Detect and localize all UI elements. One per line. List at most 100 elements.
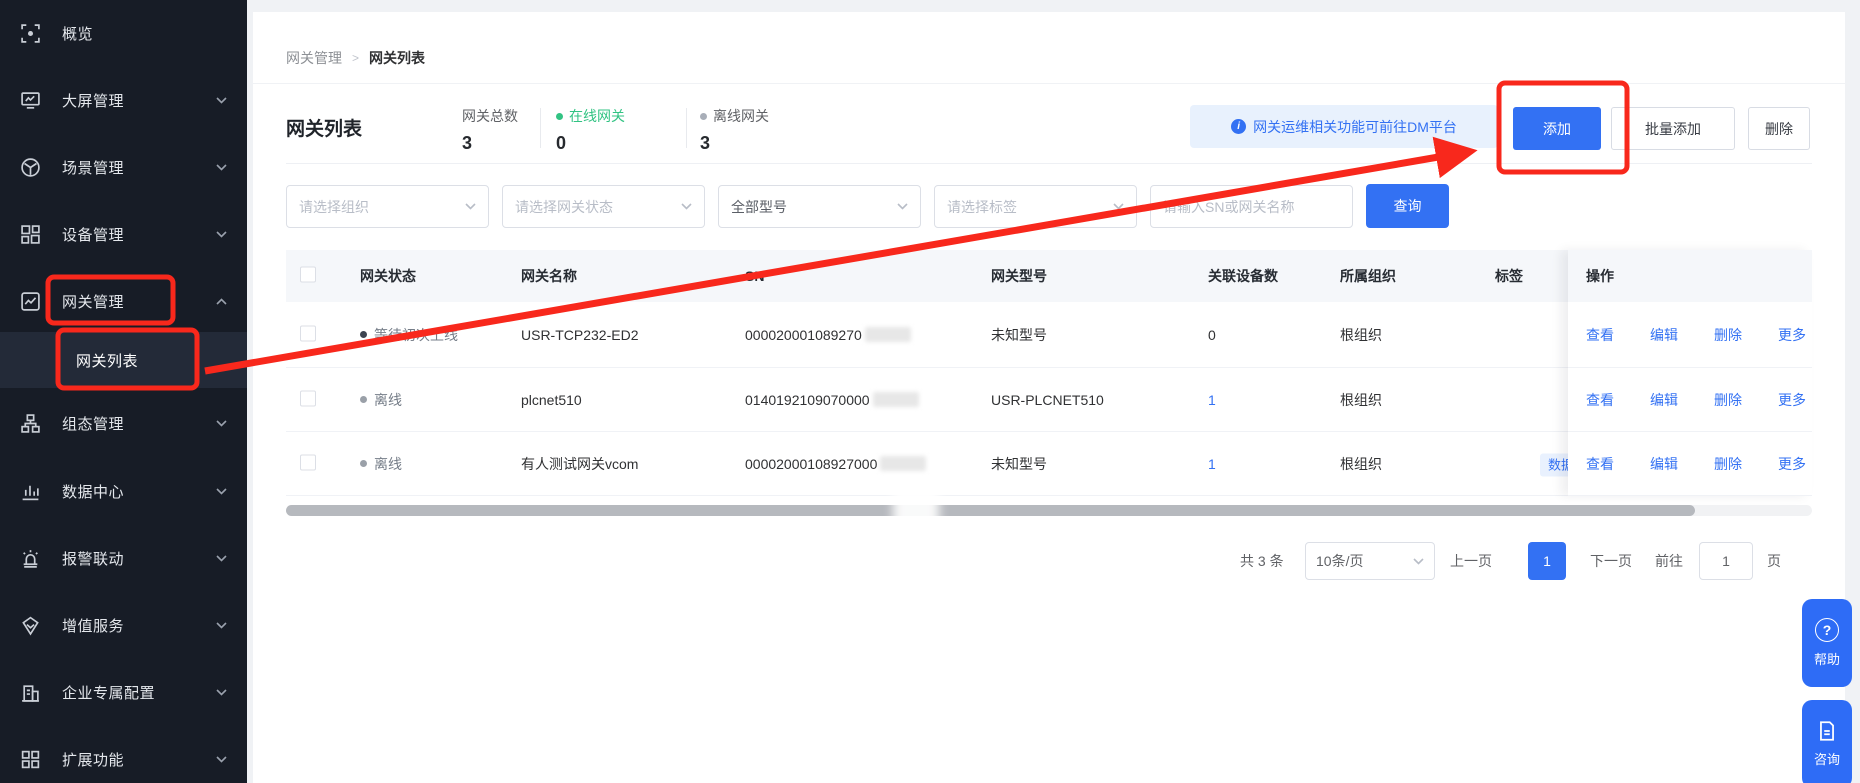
add-button[interactable]: 添加	[1513, 107, 1601, 150]
view-link[interactable]: 查看	[1586, 390, 1614, 410]
sn-value: 00002000108927000	[745, 456, 926, 472]
pagination-total: 共 3 条	[1240, 542, 1284, 580]
sidebar-item-extension[interactable]: 扩展功能	[0, 737, 247, 781]
value-added-icon	[20, 615, 41, 636]
scene-icon	[20, 157, 41, 178]
model-select[interactable]: 全部型号	[718, 185, 921, 228]
prev-page-button[interactable]: 上一页	[1450, 542, 1492, 580]
row-checkbox[interactable]	[300, 390, 316, 406]
overview-icon	[20, 23, 41, 44]
view-link[interactable]: 查看	[1586, 325, 1614, 345]
chevron-down-icon	[216, 97, 227, 104]
devices-link[interactable]: 1	[1208, 456, 1216, 472]
delete-link[interactable]: 删除	[1714, 454, 1742, 474]
sn-value: 000020001089270	[745, 327, 911, 343]
sidebar-item-value-added[interactable]: 增值服务	[0, 603, 247, 647]
sidebar-item-scene[interactable]: 场景管理	[0, 145, 247, 189]
question-icon: ?	[1815, 618, 1839, 642]
gateway-list-page: { "colors": { "accent": "#3371f3", "succ…	[0, 0, 1860, 783]
chevron-down-icon	[216, 488, 227, 495]
redaction-blur	[873, 392, 919, 407]
select-all-checkbox[interactable]	[300, 267, 316, 283]
page-size-select[interactable]: 10条/页	[1305, 542, 1435, 580]
goto-page-input[interactable]	[1700, 553, 1752, 569]
more-link[interactable]: 更多	[1778, 325, 1806, 345]
edit-link[interactable]: 编辑	[1650, 454, 1678, 474]
sn-search-input[interactable]	[1163, 199, 1340, 215]
batch-add-button[interactable]: 批量添加	[1611, 107, 1735, 150]
edit-link[interactable]: 编辑	[1650, 325, 1678, 345]
sidebar-item-overview[interactable]: 概览	[0, 11, 247, 55]
stat-offline-value: 3	[700, 133, 769, 154]
org-select[interactable]: 请选择组织	[286, 185, 489, 228]
chevron-down-icon	[1113, 203, 1124, 210]
redaction-blur	[865, 327, 911, 342]
breadcrumb: 网关管理 > 网关列表	[286, 48, 425, 68]
breadcrumb-parent[interactable]: 网关管理	[286, 48, 342, 68]
current-page-button[interactable]: 1	[1528, 542, 1566, 580]
data-center-icon	[20, 481, 41, 502]
page-title: 网关列表	[286, 114, 362, 141]
sidebar-item-alarm[interactable]: 报警联动	[0, 536, 247, 580]
gateway-status-select[interactable]: 请选择网关状态	[502, 185, 705, 228]
redaction-blur	[893, 478, 939, 528]
row-checkbox[interactable]	[300, 454, 316, 470]
consult-button[interactable]: 咨询	[1802, 700, 1852, 783]
more-link[interactable]: 更多	[1778, 454, 1806, 474]
stat-total: 网关总数 3	[462, 106, 518, 154]
status-dot	[360, 396, 367, 403]
stat-divider	[686, 108, 687, 148]
gateway-icon	[20, 291, 41, 312]
chevron-down-icon	[216, 420, 227, 427]
sidebar: 概览 大屏管理 场景管理 设备管理 网关管理 网关列表 组	[0, 0, 247, 783]
configuration-icon	[20, 413, 41, 434]
delete-link[interactable]: 删除	[1714, 390, 1742, 410]
sidebar-item-enterprise-config[interactable]: 企业专属配置	[0, 670, 247, 714]
row-actions: 查看 编辑 删除 更多	[1568, 368, 1812, 432]
goto-label: 前往	[1655, 542, 1683, 580]
info-icon: i	[1231, 119, 1246, 134]
horizontal-scrollbar-track[interactable]	[286, 505, 1812, 516]
delete-link[interactable]: 删除	[1714, 325, 1742, 345]
dm-platform-banner: i 网关运维相关功能可前往DM平台	[1190, 105, 1498, 148]
main-content: 网关管理 > 网关列表 网关列表 网关总数 3 在线网关 0 离线网关 3 i …	[253, 12, 1845, 783]
row-actions: 查看 编辑 删除 更多	[1568, 302, 1812, 368]
row-actions: 查看 编辑 删除 更多	[1568, 432, 1812, 496]
page-unit-label: 页	[1767, 542, 1781, 580]
sidebar-item-gateway[interactable]: 网关管理	[0, 279, 247, 323]
more-link[interactable]: 更多	[1778, 390, 1806, 410]
redaction-blur	[880, 456, 926, 471]
stat-total-value: 3	[462, 133, 518, 154]
sidebar-item-data-center[interactable]: 数据中心	[0, 469, 247, 513]
sidebar-item-configuration[interactable]: 组态管理	[0, 401, 247, 445]
gateway-table: 网关状态 网关名称 SN 网关型号 关联设备数 所属组织 标签 等待初次上线 U…	[286, 250, 1812, 496]
devices-link[interactable]: 1	[1208, 392, 1216, 408]
edit-link[interactable]: 编辑	[1650, 390, 1678, 410]
view-link[interactable]: 查看	[1586, 454, 1614, 474]
help-button[interactable]: ? 帮助	[1802, 599, 1852, 687]
goto-page-field-wrap	[1699, 542, 1753, 580]
alarm-icon	[20, 548, 41, 569]
sidebar-subitem-gateway-list[interactable]: 网关列表	[0, 332, 247, 388]
stat-online: 在线网关 0	[556, 106, 625, 154]
chevron-down-icon	[216, 231, 227, 238]
document-icon	[1816, 720, 1838, 742]
sn-search-field-wrap	[1150, 185, 1353, 228]
chevron-down-icon	[216, 622, 227, 629]
tag-select[interactable]: 请选择标签	[934, 185, 1137, 228]
sidebar-item-device[interactable]: 设备管理	[0, 212, 247, 256]
chevron-up-icon	[216, 298, 227, 305]
bigscreen-icon	[20, 90, 41, 111]
next-page-button[interactable]: 下一页	[1590, 542, 1632, 580]
stat-offline: 离线网关 3	[700, 106, 769, 154]
delete-button[interactable]: 删除	[1748, 107, 1810, 150]
row-checkbox[interactable]	[300, 325, 316, 341]
breadcrumb-current: 网关列表	[369, 48, 425, 68]
chevron-down-icon	[465, 203, 476, 210]
horizontal-scrollbar-thumb[interactable]	[286, 505, 1695, 516]
search-button[interactable]: 查询	[1366, 184, 1449, 228]
sidebar-item-bigscreen[interactable]: 大屏管理	[0, 78, 247, 122]
chevron-down-icon	[216, 164, 227, 171]
stat-online-value: 0	[556, 133, 625, 154]
enterprise-icon	[20, 682, 41, 703]
